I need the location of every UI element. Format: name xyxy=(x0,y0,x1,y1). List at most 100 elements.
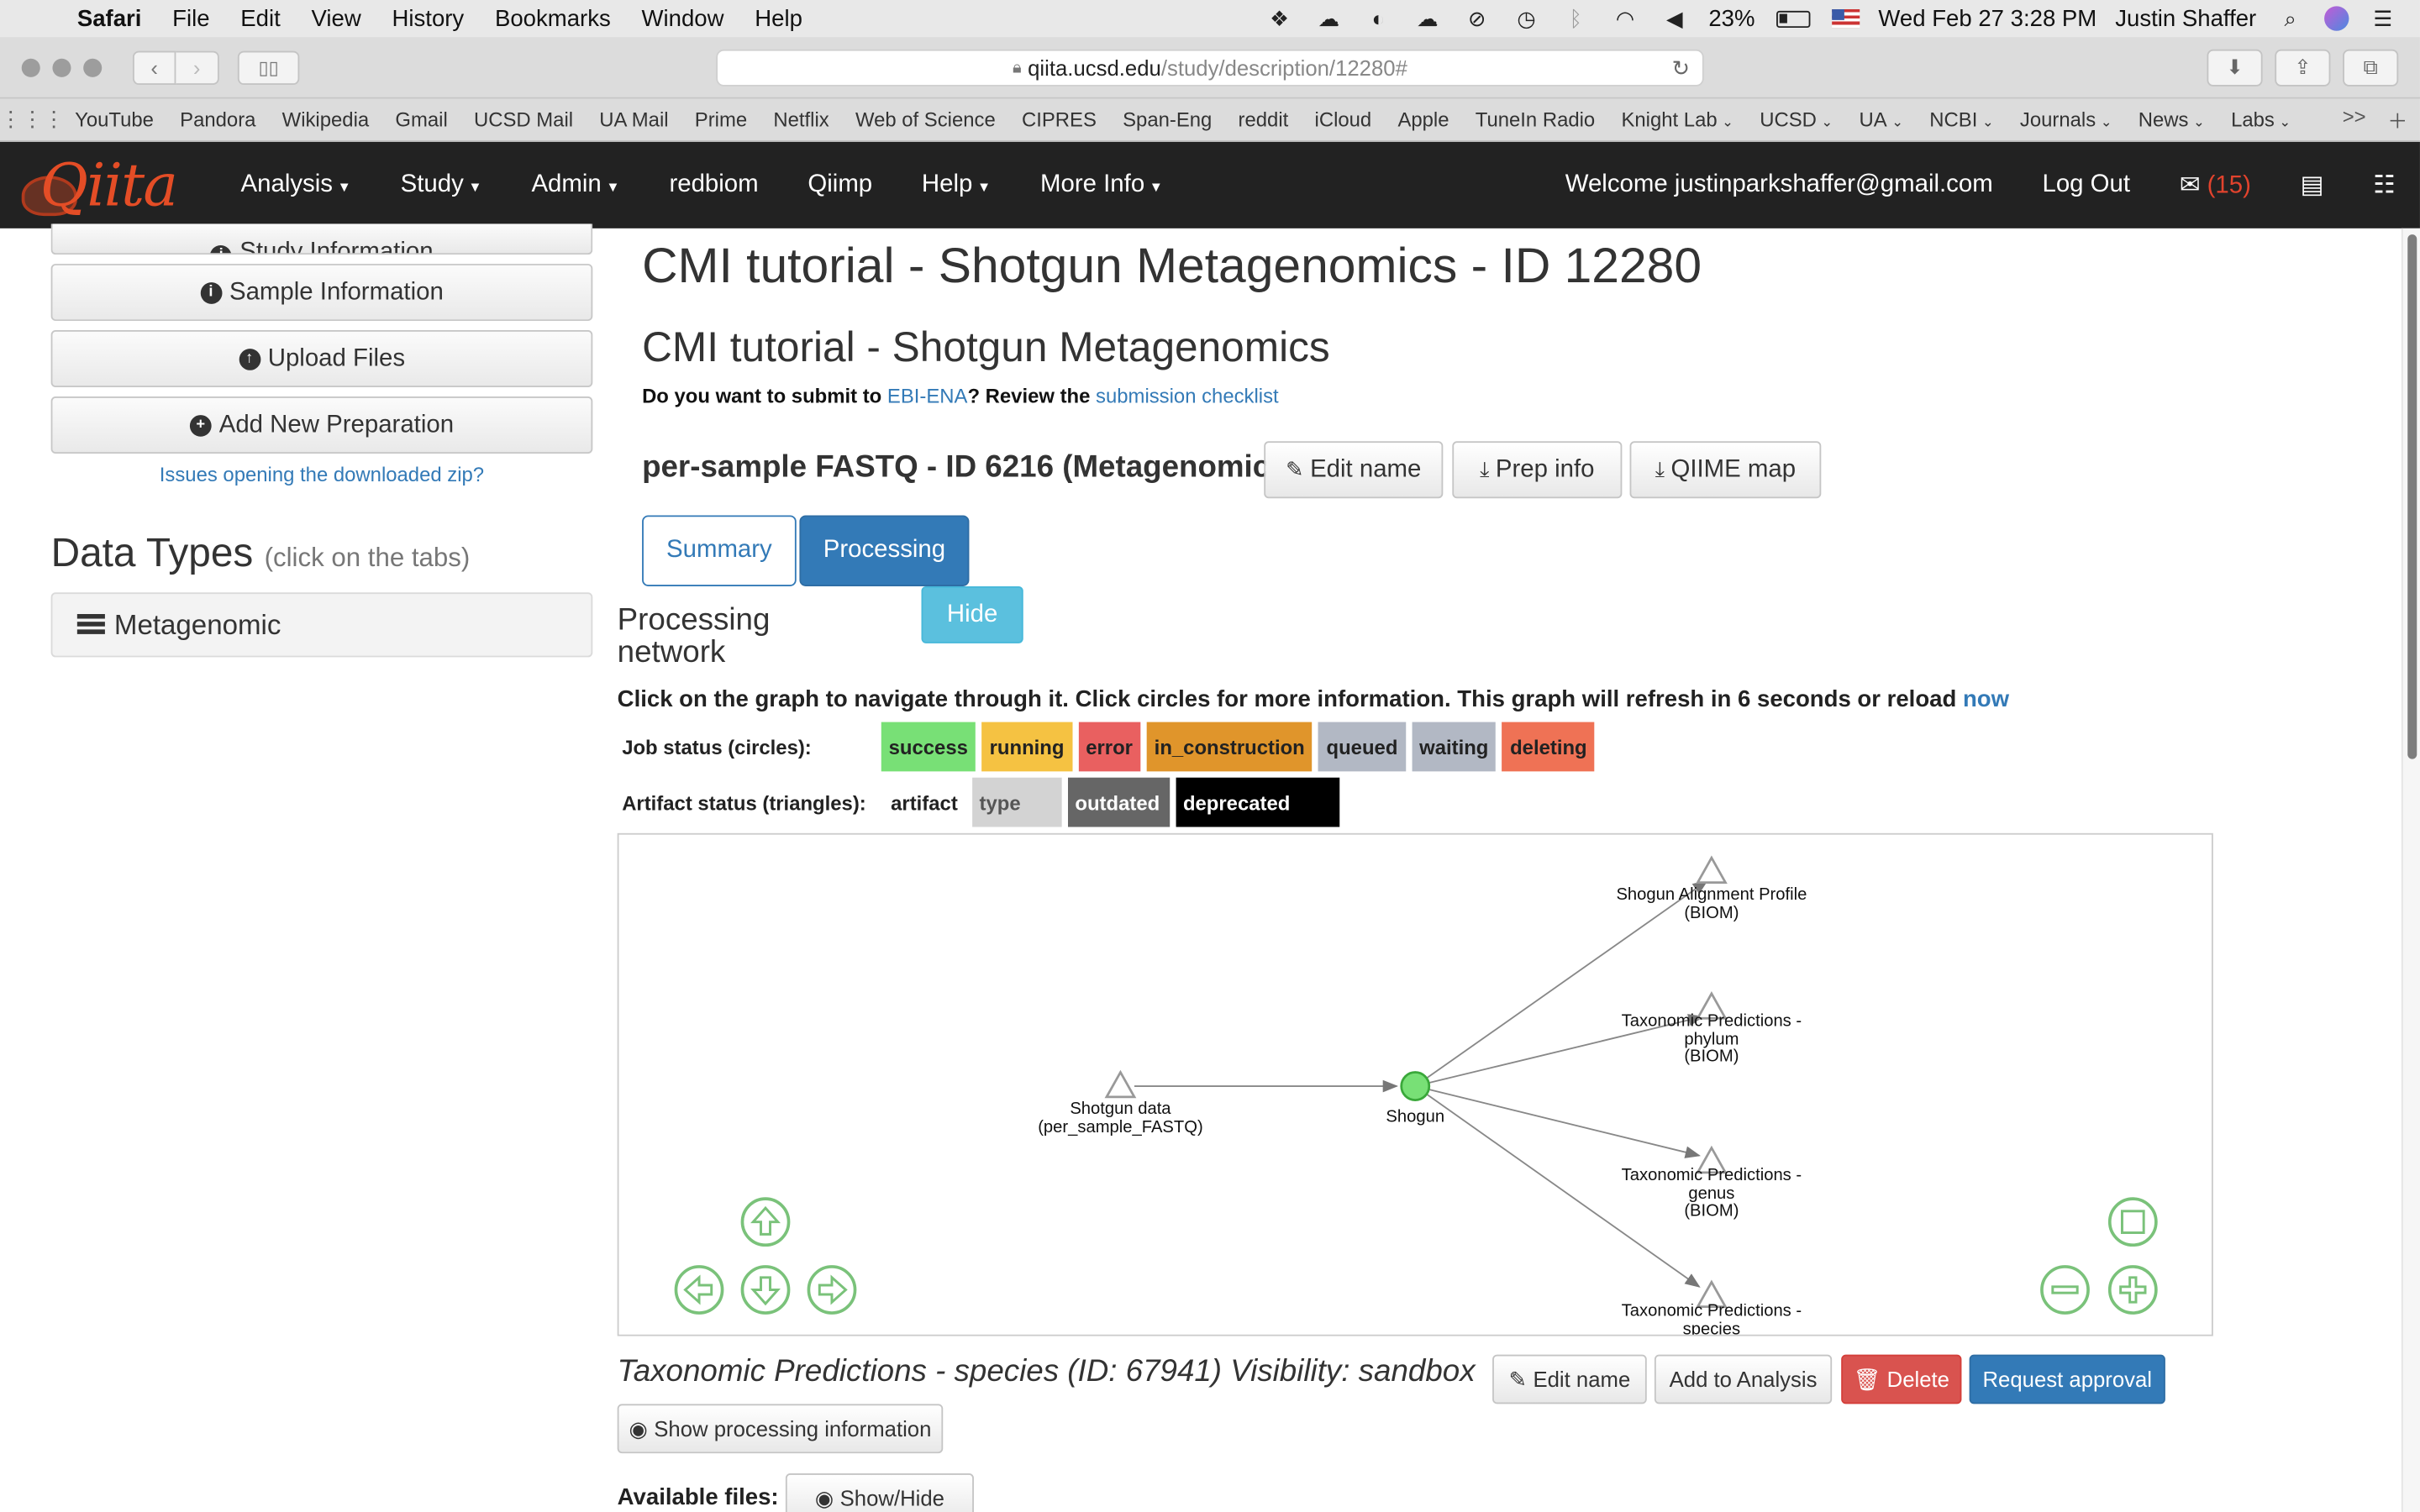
menu-view[interactable]: View xyxy=(296,5,376,31)
bookmark-ucsd-mail[interactable]: UCSD Mail xyxy=(460,108,586,132)
cloud-icon[interactable]: ☁ xyxy=(1413,5,1444,30)
sample-information-button[interactable]: i Sample Information xyxy=(50,264,593,322)
tab-summary[interactable]: Summary xyxy=(642,515,797,586)
tab-processing[interactable]: Processing xyxy=(799,515,970,586)
bookmark-folder-news[interactable]: News ⌄ xyxy=(2125,108,2217,132)
share-button[interactable]: ⇪ xyxy=(2275,49,2331,87)
datetime[interactable]: Wed Feb 27 3:28 PM xyxy=(1878,5,2096,31)
logout-link[interactable]: Log Out xyxy=(2018,171,2154,199)
bookmark-folder-ua[interactable]: UA ⌄ xyxy=(1846,108,1917,132)
nav-study[interactable]: Study ▼ xyxy=(376,171,507,199)
menu-help[interactable]: Help xyxy=(739,5,818,31)
qiita-logo[interactable]: Qiita xyxy=(0,142,216,228)
nav-more-info[interactable]: More Info ▼ xyxy=(1016,171,1188,199)
battery-icon[interactable] xyxy=(1774,6,1814,30)
zoom-window-button[interactable] xyxy=(83,57,103,76)
forward-button[interactable]: › xyxy=(176,50,219,85)
edit-artifact-name-button[interactable]: ✎ Edit name xyxy=(1492,1354,1647,1404)
nav-admin[interactable]: Admin ▼ xyxy=(507,171,644,199)
show-processing-info-button[interactable]: ◉ Show processing information xyxy=(617,1404,944,1454)
bookmark-apple[interactable]: Apple xyxy=(1385,108,1462,132)
menu-window[interactable]: Window xyxy=(626,5,739,31)
bookmark-folder-labs[interactable]: Labs ⌄ xyxy=(2217,108,2303,132)
pan-down-button[interactable] xyxy=(740,1265,791,1315)
bookmark-netflix[interactable]: Netflix xyxy=(760,108,843,132)
delete-artifact-button[interactable]: 🗑︎ Delete xyxy=(1841,1354,1962,1404)
new-tab-plus-icon[interactable]: ＋ xyxy=(2387,105,2407,134)
show-sidebar-button[interactable]: ▯▯ xyxy=(237,50,300,85)
fit-view-button[interactable] xyxy=(2107,1197,2158,1247)
tabs-overview-button[interactable]: ⧉ xyxy=(2343,49,2399,87)
bluetooth-icon[interactable]: ᛒ xyxy=(1560,6,1591,30)
add-new-preparation-button[interactable]: + Add New Preparation xyxy=(50,396,593,454)
bookmark-icloud[interactable]: iCloud xyxy=(1302,108,1385,132)
moon-icon[interactable]: ◐ xyxy=(1363,6,1394,30)
bookmark-folder-ncbi[interactable]: NCBI ⌄ xyxy=(1917,108,2007,132)
processing-network-graph[interactable]: Shotgun data (per_sample_FASTQ) Shogun S… xyxy=(617,832,2215,1338)
bookmark-cipres[interactable]: CIPRES xyxy=(1008,108,1109,132)
volume-icon[interactable]: ◀ xyxy=(1660,5,1691,30)
submission-checklist-link[interactable]: submission checklist xyxy=(1096,384,1279,407)
ebi-ena-link[interactable]: EBI-ENA xyxy=(887,384,968,407)
request-approval-button[interactable]: Request approval xyxy=(1969,1354,2165,1404)
pan-left-button[interactable] xyxy=(674,1265,724,1315)
bookmark-folder-journals[interactable]: Journals ⌄ xyxy=(2007,108,2125,132)
cloud-upload-icon[interactable]: ☁ xyxy=(1313,5,1344,30)
reload-icon[interactable]: ↻ xyxy=(1672,55,1691,81)
prep-info-button[interactable]: ⤓ Prep info xyxy=(1452,441,1623,499)
back-button[interactable]: ‹ xyxy=(132,50,176,85)
bookmark-pandora[interactable]: Pandora xyxy=(167,108,270,132)
menu-history[interactable]: History xyxy=(376,5,479,31)
study-information-button[interactable]: iStudy Information xyxy=(50,223,593,255)
spotlight-search-icon[interactable]: ⌕ xyxy=(2275,5,2306,30)
bookmark-youtube[interactable]: YouTube xyxy=(61,108,166,132)
minimize-window-button[interactable] xyxy=(52,57,71,76)
menu-file[interactable]: File xyxy=(157,5,225,31)
favorites-grid-icon[interactable]: ⋮⋮⋮ xyxy=(0,107,65,133)
pan-up-button[interactable] xyxy=(740,1197,791,1247)
nav-help[interactable]: Help ▼ xyxy=(897,171,1016,199)
nav-redbiom[interactable]: redbiom xyxy=(644,171,783,199)
show-hide-files-button[interactable]: ◉ Show/Hide xyxy=(785,1473,974,1512)
scrollbar-thumb[interactable] xyxy=(2407,234,2417,759)
bookmark-ua-mail[interactable]: UA Mail xyxy=(587,108,682,132)
pan-right-button[interactable] xyxy=(807,1265,857,1315)
bookmark-prime[interactable]: Prime xyxy=(681,108,760,132)
issues-zip-link[interactable]: Issues opening the downloaded zip? xyxy=(51,463,593,486)
page-scrollbar[interactable] xyxy=(2401,228,2420,1512)
messages-link[interactable]: ✉ (15) xyxy=(2154,170,2275,201)
downloads-button[interactable]: ⬇ xyxy=(2207,49,2263,87)
nav-analysis[interactable]: Analysis ▼ xyxy=(216,171,376,199)
zoom-in-button[interactable] xyxy=(2107,1265,2158,1315)
bookmark-folder-ucsd[interactable]: UCSD ⌄ xyxy=(1747,108,1846,132)
add-to-analysis-button[interactable]: Add to Analysis xyxy=(1654,1354,1833,1404)
reload-now-link[interactable]: now xyxy=(1963,686,2009,712)
metagenomic-tab[interactable]: Metagenomic xyxy=(50,592,593,658)
bookmark-gmail[interactable]: Gmail xyxy=(382,108,461,132)
nav-qiimp[interactable]: Qiimp xyxy=(783,171,897,199)
menu-edit[interactable]: Edit xyxy=(225,5,296,31)
dropbox-icon[interactable]: ❖ xyxy=(1264,5,1295,30)
bookmark-tunein-radio[interactable]: TuneIn Radio xyxy=(1462,108,1608,132)
user-name[interactable]: Justin Shaffer xyxy=(2115,5,2256,31)
hide-network-button[interactable]: Hide xyxy=(921,585,1023,643)
welcome-user-link[interactable]: Welcome justinparkshaffer@gmail.com xyxy=(1540,171,2018,199)
time-machine-icon[interactable]: ◷ xyxy=(1511,5,1542,30)
siri-icon[interactable] xyxy=(2324,6,2349,31)
bookmark-span-eng[interactable]: Span-Eng xyxy=(1110,108,1225,132)
edit-prep-name-button[interactable]: ✎ Edit name xyxy=(1264,441,1444,499)
blocked-icon[interactable]: ⊘ xyxy=(1461,5,1492,30)
close-window-button[interactable] xyxy=(21,57,40,76)
bookmark-reddit[interactable]: reddit xyxy=(1225,108,1302,132)
qiime-map-button[interactable]: ⤓ QIIME map xyxy=(1629,441,1822,499)
network-svg[interactable] xyxy=(619,835,2215,1338)
address-bar[interactable]: 🔒︎ qiita.ucsd.edu/study/description/1228… xyxy=(716,49,1704,87)
zoom-out-button[interactable] xyxy=(2040,1265,2090,1315)
upload-files-button[interactable]: ↑ Upload Files xyxy=(50,330,593,388)
flag-us-icon[interactable] xyxy=(1832,9,1860,29)
jobs-list-icon[interactable]: ▤ xyxy=(2275,170,2349,201)
bookmarks-overflow-button[interactable]: >> xyxy=(2343,105,2366,134)
notification-center-icon[interactable]: ☰ xyxy=(2367,5,2398,30)
bookmark-folder-knight-lab[interactable]: Knight Lab ⌄ xyxy=(1608,108,1747,132)
menu-bookmarks[interactable]: Bookmarks xyxy=(480,5,627,31)
